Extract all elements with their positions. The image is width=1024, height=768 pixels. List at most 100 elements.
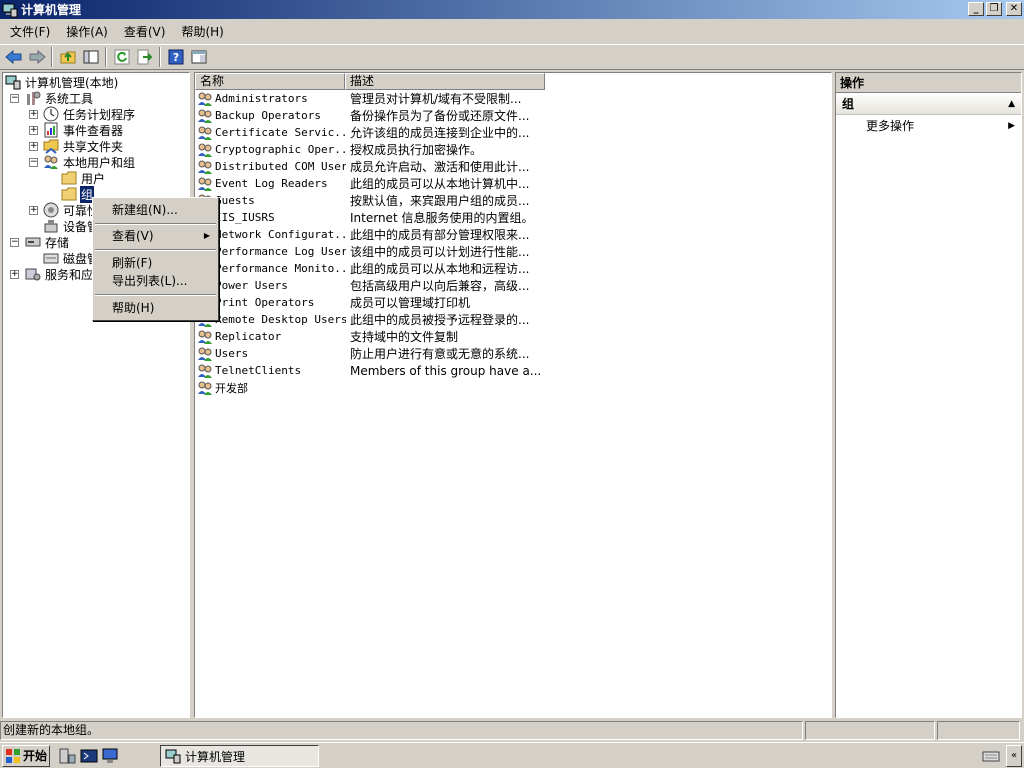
expand-toggle[interactable]: + xyxy=(10,270,19,279)
show-desktop-icon[interactable] xyxy=(102,747,120,765)
help-button[interactable]: ? xyxy=(164,46,187,68)
tree-label: 服务和应 xyxy=(45,267,94,282)
group-icon xyxy=(198,126,212,140)
table-row[interactable]: Power Users 包括高级用户以向后兼容，高级... xyxy=(197,277,546,294)
collapse-up-icon[interactable]: ▲ xyxy=(1008,93,1015,115)
group-list[interactable]: 名称 描述 Administrators 管理员对计算机/域有不受限制... Bac… xyxy=(194,72,832,718)
menu-action[interactable]: 操作(A) xyxy=(58,21,116,42)
table-row[interactable]: Event Log Readers 此组的成员可以从本地计算机中... xyxy=(197,175,546,192)
forward-button[interactable] xyxy=(25,46,48,68)
tree-node-shared-folders[interactable]: 共享文件夹 xyxy=(43,138,124,154)
table-row[interactable]: Performance Log Users 该组中的成员可以计划进行性能... xyxy=(197,243,546,260)
tree-label: 事件查看器 xyxy=(63,123,124,138)
expand-toggle[interactable]: + xyxy=(29,206,38,215)
table-row[interactable]: Users 防止用户进行有意或无意的系统... xyxy=(197,345,546,362)
tree-node-root[interactable]: 计算机管理(本地) xyxy=(5,74,119,90)
expand-toggle[interactable]: + xyxy=(29,110,38,119)
context-menu-help[interactable]: 帮助(H) xyxy=(95,299,216,317)
row-name: Backup Operators xyxy=(215,109,321,122)
table-row[interactable]: Print Operators 成员可以管理域打印机 xyxy=(197,294,546,311)
cell-name: Administrators xyxy=(197,91,346,107)
start-button[interactable]: 开始 xyxy=(2,744,50,767)
tree-node-groups[interactable]: 组 xyxy=(61,185,95,203)
row-name: Cryptographic Oper... xyxy=(215,143,346,156)
title-bar[interactable]: 计算机管理 _ ❐ ✕ xyxy=(0,0,1024,19)
powershell-icon[interactable] xyxy=(80,747,98,765)
tree-node-system-tools[interactable]: 系统工具 xyxy=(25,90,94,106)
table-row[interactable]: TelnetClients Members of this group have … xyxy=(197,362,546,379)
table-row[interactable]: IIS_IUSRS Internet 信息服务使用的内置组。 xyxy=(197,209,546,226)
more-actions-label: 更多操作 xyxy=(866,119,915,133)
server-manager-icon[interactable] xyxy=(58,747,76,765)
refresh-button[interactable] xyxy=(110,46,133,68)
console-tree[interactable]: 计算机管理(本地) − 系统工具 + 任务计划程序 + 事件查看器 + 共享文件… xyxy=(2,72,190,718)
up-folder-button[interactable] xyxy=(56,46,79,68)
group-icon xyxy=(198,143,212,157)
group-icon xyxy=(198,381,212,395)
table-row[interactable]: Backup Operators 备份操作员为了备份或还原文件... xyxy=(197,107,546,124)
table-row[interactable]: Network Configurat... 此组中的成员有部分管理权限来... xyxy=(197,226,546,243)
context-menu-new-group[interactable]: 新建组(N)... xyxy=(95,201,216,219)
collapse-toggle[interactable]: − xyxy=(10,238,19,247)
menu-file[interactable]: 文件(F) xyxy=(2,21,58,42)
menu-view[interactable]: 查看(V) xyxy=(116,21,174,42)
row-name: Performance Log Users xyxy=(215,245,346,258)
tree-node-local-users-groups[interactable]: 本地用户和组 xyxy=(43,154,136,170)
row-description: 管理员对计算机/域有不受限制... xyxy=(350,92,522,106)
tree-label: 本地用户和组 xyxy=(63,155,136,170)
status-text: 创建新的本地组。 xyxy=(0,721,803,740)
cell-name: Event Log Readers xyxy=(197,176,346,192)
properties-button[interactable] xyxy=(187,46,210,68)
storage-icon xyxy=(25,237,41,247)
folder-icon xyxy=(61,171,77,185)
context-menu-view[interactable]: 查看(V) ▶ xyxy=(95,227,216,245)
row-name: Power Users xyxy=(215,279,288,292)
keyboard-icon[interactable] xyxy=(982,749,1000,763)
users-icon xyxy=(44,155,58,169)
tree-label: 任务计划程序 xyxy=(63,107,136,122)
context-menu-refresh[interactable]: 刷新(F) xyxy=(95,254,216,272)
table-row[interactable]: Certificate Servic... 允许该组的成员连接到企业中的... xyxy=(197,124,546,141)
more-actions-item[interactable]: 更多操作 ▶ xyxy=(836,115,1021,137)
minimize-button[interactable]: _ xyxy=(968,2,984,16)
column-header-description[interactable]: 描述 xyxy=(345,73,545,90)
table-row[interactable]: Guests 按默认值，来宾跟用户组的成员... xyxy=(197,192,546,209)
collapse-toggle[interactable]: − xyxy=(10,94,19,103)
collapse-toggle[interactable]: − xyxy=(29,158,38,167)
show-hide-tree-button[interactable] xyxy=(79,46,102,68)
table-row[interactable]: 开发部 xyxy=(197,379,546,396)
column-header-name[interactable]: 名称 xyxy=(195,73,345,90)
table-row[interactable]: Remote Desktop Users 此组中的成员被授予远程登录的... xyxy=(197,311,546,328)
window-title: 计算机管理 xyxy=(21,3,82,17)
tree-node-task-scheduler[interactable]: 任务计划程序 xyxy=(43,106,136,122)
table-row[interactable]: Administrators 管理员对计算机/域有不受限制... xyxy=(197,90,546,107)
tray-expand-button[interactable]: « xyxy=(1006,745,1022,767)
tree-node-users[interactable]: 用户 xyxy=(61,170,106,186)
action-pane-title: 操作 xyxy=(836,73,1021,93)
context-menu-export-list[interactable]: 导出列表(L)... xyxy=(95,272,216,290)
menu-help[interactable]: 帮助(H) xyxy=(173,21,231,42)
maximize-button[interactable]: ❐ xyxy=(986,2,1002,16)
table-row[interactable]: Performance Monito... 此组的成员可以从本地和远程访... xyxy=(197,260,546,277)
row-name: Network Configurat... xyxy=(215,228,346,241)
group-icon xyxy=(198,109,212,123)
table-row[interactable]: Distributed COM Users 成员允许启动、激活和使用此计... xyxy=(197,158,546,175)
export-list-button[interactable] xyxy=(133,46,156,68)
action-group-label: 组 xyxy=(842,97,855,111)
tree-node-event-viewer[interactable]: 事件查看器 xyxy=(43,122,124,138)
tree-label: 计算机管理(本地) xyxy=(25,75,119,90)
tree-node-services-apps[interactable]: 服务和应 xyxy=(25,266,94,282)
table-row[interactable]: Cryptographic Oper... 授权成员执行加密操作。 xyxy=(197,141,546,158)
event-viewer-icon xyxy=(44,122,58,138)
list-header: 名称 描述 xyxy=(195,73,545,90)
close-button[interactable]: ✕ xyxy=(1006,2,1022,16)
tree-node-storage[interactable]: 存储 xyxy=(25,234,70,250)
action-group-groups[interactable]: 组 ▲ xyxy=(836,93,1021,115)
expand-toggle[interactable]: + xyxy=(29,126,38,135)
group-icon xyxy=(198,177,212,191)
table-row[interactable]: Replicator 支持域中的文件复制 xyxy=(197,328,546,345)
back-button[interactable] xyxy=(2,46,25,68)
row-description: 按默认值，来宾跟用户组的成员... xyxy=(350,194,530,208)
expand-toggle[interactable]: + xyxy=(29,142,38,151)
taskbar-button-computer-management[interactable]: 计算机管理 xyxy=(160,745,319,767)
